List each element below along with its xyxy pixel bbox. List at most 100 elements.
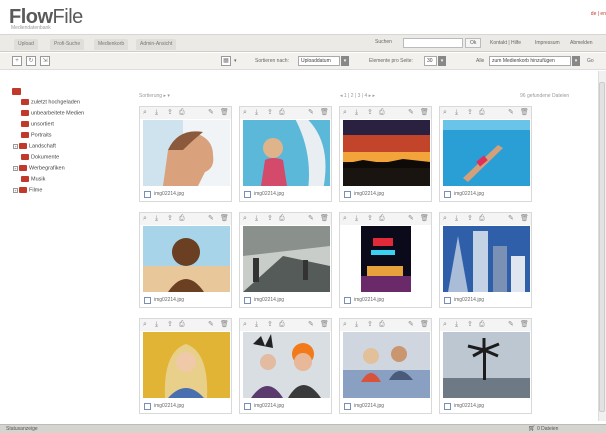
delete-icon[interactable]: 🗑︎	[320, 109, 329, 117]
media-card[interactable]: ⌕ ⤓ ⇪ ⎙ ✎ 🗑︎ img02214.jpg	[239, 106, 332, 202]
impressum-link[interactable]: Impressum	[535, 40, 560, 46]
edit-icon[interactable]: ✎	[508, 109, 514, 117]
share-icon[interactable]: ⇪	[267, 321, 273, 329]
share-icon[interactable]: ⇪	[267, 215, 273, 223]
export-icon[interactable]: ⇲	[40, 56, 50, 66]
download-icon[interactable]: ⤓	[155, 109, 158, 117]
select-checkbox[interactable]	[344, 403, 351, 410]
tree-item[interactable]: Musik	[21, 176, 45, 182]
print-icon[interactable]: ⎙	[179, 109, 185, 117]
go-button[interactable]: Go	[587, 58, 594, 64]
scroll-thumb[interactable]	[599, 82, 605, 412]
delete-icon[interactable]: 🗑︎	[220, 109, 229, 117]
media-thumbnail[interactable]	[443, 120, 530, 186]
tab-admin-ansicht[interactable]: Admin-Ansicht	[136, 39, 177, 50]
select-checkbox[interactable]	[444, 191, 451, 198]
zoom-icon[interactable]: ⌕	[443, 215, 447, 223]
share-icon[interactable]: ⇪	[167, 215, 173, 223]
tab-profi-suche[interactable]: Profi-Suche	[50, 39, 85, 50]
print-icon[interactable]: ⎙	[279, 215, 285, 223]
edit-icon[interactable]: ✎	[508, 215, 514, 223]
zoom-icon[interactable]: ⌕	[143, 215, 147, 223]
edit-icon[interactable]: ✎	[308, 321, 314, 329]
download-icon[interactable]: ⤓	[255, 321, 258, 329]
zoom-icon[interactable]: ⌕	[243, 215, 247, 223]
media-card[interactable]: ⌕ ⤓ ⇪ ⎙ ✎ 🗑︎ img02214.jpg	[439, 212, 532, 308]
download-icon[interactable]: ⤓	[355, 321, 358, 329]
download-icon[interactable]: ⤓	[455, 321, 458, 329]
select-checkbox[interactable]	[144, 191, 151, 198]
download-icon[interactable]: ⤓	[355, 109, 358, 117]
tree-item[interactable]: + Landschaft	[13, 143, 56, 149]
download-icon[interactable]: ⤓	[355, 215, 358, 223]
media-thumbnail[interactable]	[443, 332, 530, 398]
zoom-icon[interactable]: ⌕	[343, 215, 347, 223]
refresh-icon[interactable]: ↻	[26, 56, 36, 66]
share-icon[interactable]: ⇪	[467, 321, 473, 329]
media-thumbnail[interactable]	[243, 226, 330, 292]
new-folder-icon[interactable]: +	[12, 56, 22, 66]
print-icon[interactable]: ⎙	[479, 321, 485, 329]
download-icon[interactable]: ⤓	[155, 321, 158, 329]
print-icon[interactable]: ⎙	[479, 109, 485, 117]
sort-link[interactable]: Sortierung ▸ ▾	[139, 93, 170, 99]
print-icon[interactable]: ⎙	[379, 215, 385, 223]
delete-icon[interactable]: 🗑︎	[520, 215, 529, 223]
search-button[interactable]: Ok	[465, 38, 482, 48]
media-thumbnail[interactable]	[443, 226, 530, 292]
media-card[interactable]: ⌕ ⤓ ⇪ ⎙ ✎ 🗑︎ img02214.jpg	[339, 212, 432, 308]
download-icon[interactable]: ⤓	[455, 215, 458, 223]
sort-chevron-icon[interactable]: ▾	[341, 56, 349, 66]
delete-icon[interactable]: 🗑︎	[420, 215, 429, 223]
edit-icon[interactable]: ✎	[508, 321, 514, 329]
delete-icon[interactable]: 🗑︎	[520, 109, 529, 117]
action-chevron-icon[interactable]: ▾	[572, 56, 580, 66]
tab-upload[interactable]: Upload	[14, 39, 38, 50]
media-card[interactable]: ⌕ ⤓ ⇪ ⎙ ✎ 🗑︎ img02214.jpg	[139, 212, 232, 308]
tree-item[interactable]: + Werbegrafiken	[13, 165, 65, 171]
expand-icon[interactable]: +	[13, 165, 18, 171]
zoom-icon[interactable]: ⌕	[143, 321, 147, 329]
print-icon[interactable]: ⎙	[279, 321, 285, 329]
share-icon[interactable]: ⇪	[367, 321, 373, 329]
edit-icon[interactable]: ✎	[408, 321, 414, 329]
media-thumbnail[interactable]	[243, 120, 330, 186]
media-thumbnail[interactable]	[243, 332, 330, 398]
tree-item[interactable]: unbearbeitete Medien	[21, 110, 84, 116]
select-checkbox[interactable]	[144, 297, 151, 304]
edit-icon[interactable]: ✎	[408, 215, 414, 223]
edit-icon[interactable]: ✎	[308, 215, 314, 223]
media-thumbnail[interactable]	[343, 332, 430, 398]
zoom-icon[interactable]: ⌕	[143, 109, 147, 117]
pagination[interactable]: ◂ 1 | 2 | 3 | 4 ▸ ▸	[340, 93, 375, 99]
media-card[interactable]: ⌕ ⤓ ⇪ ⎙ ✎ 🗑︎ img02214.jpg	[339, 318, 432, 414]
zoom-icon[interactable]: ⌕	[243, 321, 247, 329]
media-thumbnail[interactable]	[143, 332, 230, 398]
zoom-icon[interactable]: ⌕	[343, 321, 347, 329]
download-icon[interactable]: ⤓	[255, 109, 258, 117]
media-thumbnail[interactable]	[143, 226, 230, 292]
tree-item[interactable]: Dokumente	[21, 154, 59, 160]
media-card[interactable]: ⌕ ⤓ ⇪ ⎙ ✎ 🗑︎ img02214.jpg	[239, 212, 332, 308]
media-card[interactable]: ⌕ ⤓ ⇪ ⎙ ✎ 🗑︎ img02214.jpg	[439, 106, 532, 202]
expand-icon[interactable]: +	[13, 187, 18, 193]
zoom-icon[interactable]: ⌕	[343, 109, 347, 117]
delete-icon[interactable]: 🗑︎	[320, 321, 329, 329]
media-thumbnail[interactable]	[343, 120, 430, 186]
share-icon[interactable]: ⇪	[267, 109, 273, 117]
tree-item[interactable]: unsortiert	[21, 121, 54, 127]
delete-icon[interactable]: 🗑︎	[520, 321, 529, 329]
share-icon[interactable]: ⇪	[167, 109, 173, 117]
print-icon[interactable]: ⎙	[279, 109, 285, 117]
per-page-chevron-icon[interactable]: ▾	[438, 56, 446, 66]
zoom-icon[interactable]: ⌕	[443, 109, 447, 117]
download-icon[interactable]: ⤓	[155, 215, 158, 223]
print-icon[interactable]: ⎙	[379, 109, 385, 117]
per-page-select[interactable]: 30	[424, 56, 437, 66]
sort-select[interactable]: Uploaddatum	[298, 56, 340, 66]
edit-icon[interactable]: ✎	[408, 109, 414, 117]
media-thumbnail[interactable]	[143, 120, 230, 186]
media-card[interactable]: ⌕ ⤓ ⇪ ⎙ ✎ 🗑︎ img02214.jpg	[339, 106, 432, 202]
share-icon[interactable]: ⇪	[367, 215, 373, 223]
select-checkbox[interactable]	[144, 403, 151, 410]
